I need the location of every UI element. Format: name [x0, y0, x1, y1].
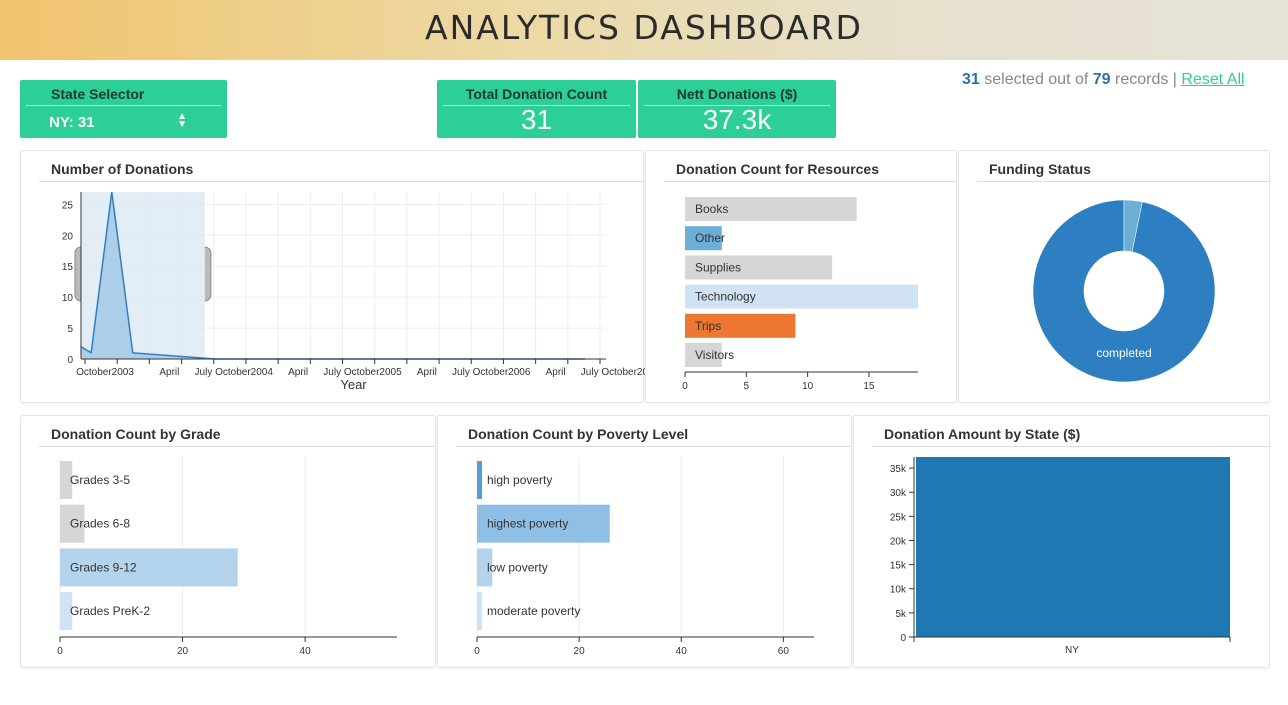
x-tick-label: 20	[574, 646, 586, 657]
total-count: 79	[1092, 71, 1111, 88]
select-arrows-icon[interactable]: ▲ ▼	[177, 112, 187, 130]
bar-label: Grades PreK-2	[70, 604, 150, 618]
x-tick-label: 15	[863, 381, 875, 392]
x-tick-label: July October2006	[452, 367, 531, 378]
x-tick-label: 0	[682, 381, 688, 392]
y-tick-label: 35k	[890, 464, 907, 475]
bar-label: moderate poverty	[487, 604, 580, 618]
x-axis-label: Year	[340, 377, 367, 392]
x-tick-label: 0	[474, 646, 480, 657]
records-summary: 31 selected out of 79 records | Reset Al…	[962, 71, 1245, 89]
x-tick-label: April	[546, 367, 566, 378]
x-tick-label: 5	[744, 381, 750, 392]
page-title: ANALYTICS DASHBOARD	[425, 8, 863, 47]
nett-donations-card: Nett Donations ($) 37.3k	[638, 80, 836, 138]
x-tick-label: July October2004	[195, 367, 274, 378]
brush-handle[interactable]	[204, 246, 212, 302]
state-amount-chart[interactable]: 0 5k 10k 15k 20k 25k 30k 35k NY	[854, 416, 1271, 669]
bar-label: Books	[695, 202, 728, 216]
bar-label: highest poverty	[487, 517, 568, 531]
bar-label: Technology	[695, 290, 756, 304]
y-tick-label: 5	[67, 324, 73, 335]
y-tick-label: 5k	[895, 609, 907, 620]
resources-panel: Donation Count for Resources 0 5 10 15 Books…	[645, 150, 957, 403]
y-tick-label: 25k	[890, 512, 907, 523]
records-suffix: records |	[1110, 71, 1182, 88]
x-tick-label: NY	[1065, 645, 1079, 656]
grade-panel: Donation Count by Grade 0 20 40 Grades 3-5 G…	[20, 415, 436, 668]
bar-label: Trips	[695, 319, 721, 333]
x-tick-label: 40	[676, 646, 688, 657]
number-of-donations-panel: Number of Donations 0 5 10 15 20 25 October200…	[20, 150, 660, 404]
total-donation-count-card: Total Donation Count 31	[437, 80, 636, 138]
brush-handle[interactable]	[74, 246, 82, 302]
y-tick-label: 10	[62, 293, 74, 304]
page-header: ANALYTICS DASHBOARD	[0, 0, 1288, 60]
grade-chart[interactable]: 0 20 40 Grades 3-5 Grades 6-8 Grades 9-12 Grad…	[21, 416, 437, 669]
bar-label: Other	[695, 231, 725, 245]
nett-donations-label: Nett Donations ($)	[676, 86, 798, 102]
state-selector-label: State Selector	[51, 86, 145, 102]
x-tick-label: April	[288, 367, 308, 378]
bar-label: high poverty	[487, 473, 552, 487]
bar[interactable]	[477, 461, 483, 499]
total-donation-count-value: 31	[520, 104, 553, 135]
selected-count: 31	[962, 71, 980, 88]
x-tick-label: April	[417, 367, 437, 378]
bar[interactable]	[916, 457, 1230, 637]
bar[interactable]	[477, 592, 483, 631]
x-tick-label: October2003	[76, 367, 134, 378]
state-selector[interactable]: State Selector NY: 31 ▲ ▼	[20, 80, 227, 138]
poverty-chart[interactable]: 0 20 40 60 high poverty highest poverty low po…	[438, 416, 853, 669]
poverty-panel: Donation Count by Poverty Level 0 20 40 60 h…	[437, 415, 852, 668]
y-tick-label: 15	[62, 262, 74, 273]
bar-label: Visitors	[695, 348, 734, 362]
bar-label: Grades 3-5	[70, 473, 130, 487]
y-tick-label: 20k	[890, 536, 907, 547]
y-tick-label: 0	[900, 633, 906, 644]
bar-label: Grades 9-12	[70, 560, 137, 574]
nett-donations-value: 37.3k	[702, 104, 772, 135]
records-text: selected out of	[979, 71, 1093, 88]
total-donation-count-label: Total Donation Count	[465, 86, 608, 102]
slice-label: completed	[1096, 346, 1151, 360]
y-tick-label: 15k	[890, 561, 907, 572]
y-tick-label: 10k	[890, 585, 907, 596]
x-tick-label: April	[159, 367, 179, 378]
reset-all-link[interactable]: Reset All	[1181, 71, 1244, 88]
x-tick-label: 0	[57, 646, 63, 657]
y-tick-label: 20	[62, 231, 74, 242]
x-tick-label: 10	[802, 381, 814, 392]
funding-status-panel: Funding Status completed	[958, 150, 1270, 403]
bar-label: Supplies	[695, 260, 741, 274]
bar-label: low poverty	[487, 560, 548, 574]
funding-status-chart[interactable]: completed	[959, 151, 1271, 404]
bar-label: Grades 6-8	[70, 517, 130, 531]
x-tick-label: 20	[177, 646, 189, 657]
state-selector-value[interactable]: NY: 31	[49, 114, 227, 131]
x-tick-label: 60	[778, 646, 790, 657]
y-tick-label: 0	[67, 355, 73, 366]
state-amount-panel: Donation Amount by State ($) 0 5k 10k 15k 20…	[853, 415, 1270, 668]
x-tick-label: 40	[300, 646, 312, 657]
number-of-donations-chart[interactable]: 0 5 10 15 20 25 October2003 April July October20…	[21, 151, 660, 404]
divider	[26, 105, 221, 106]
y-tick-label: 25	[62, 200, 74, 211]
resources-chart[interactable]: 0 5 10 15 Books Other Supplies Technology Trips V…	[646, 151, 958, 404]
y-tick-label: 30k	[890, 488, 907, 499]
